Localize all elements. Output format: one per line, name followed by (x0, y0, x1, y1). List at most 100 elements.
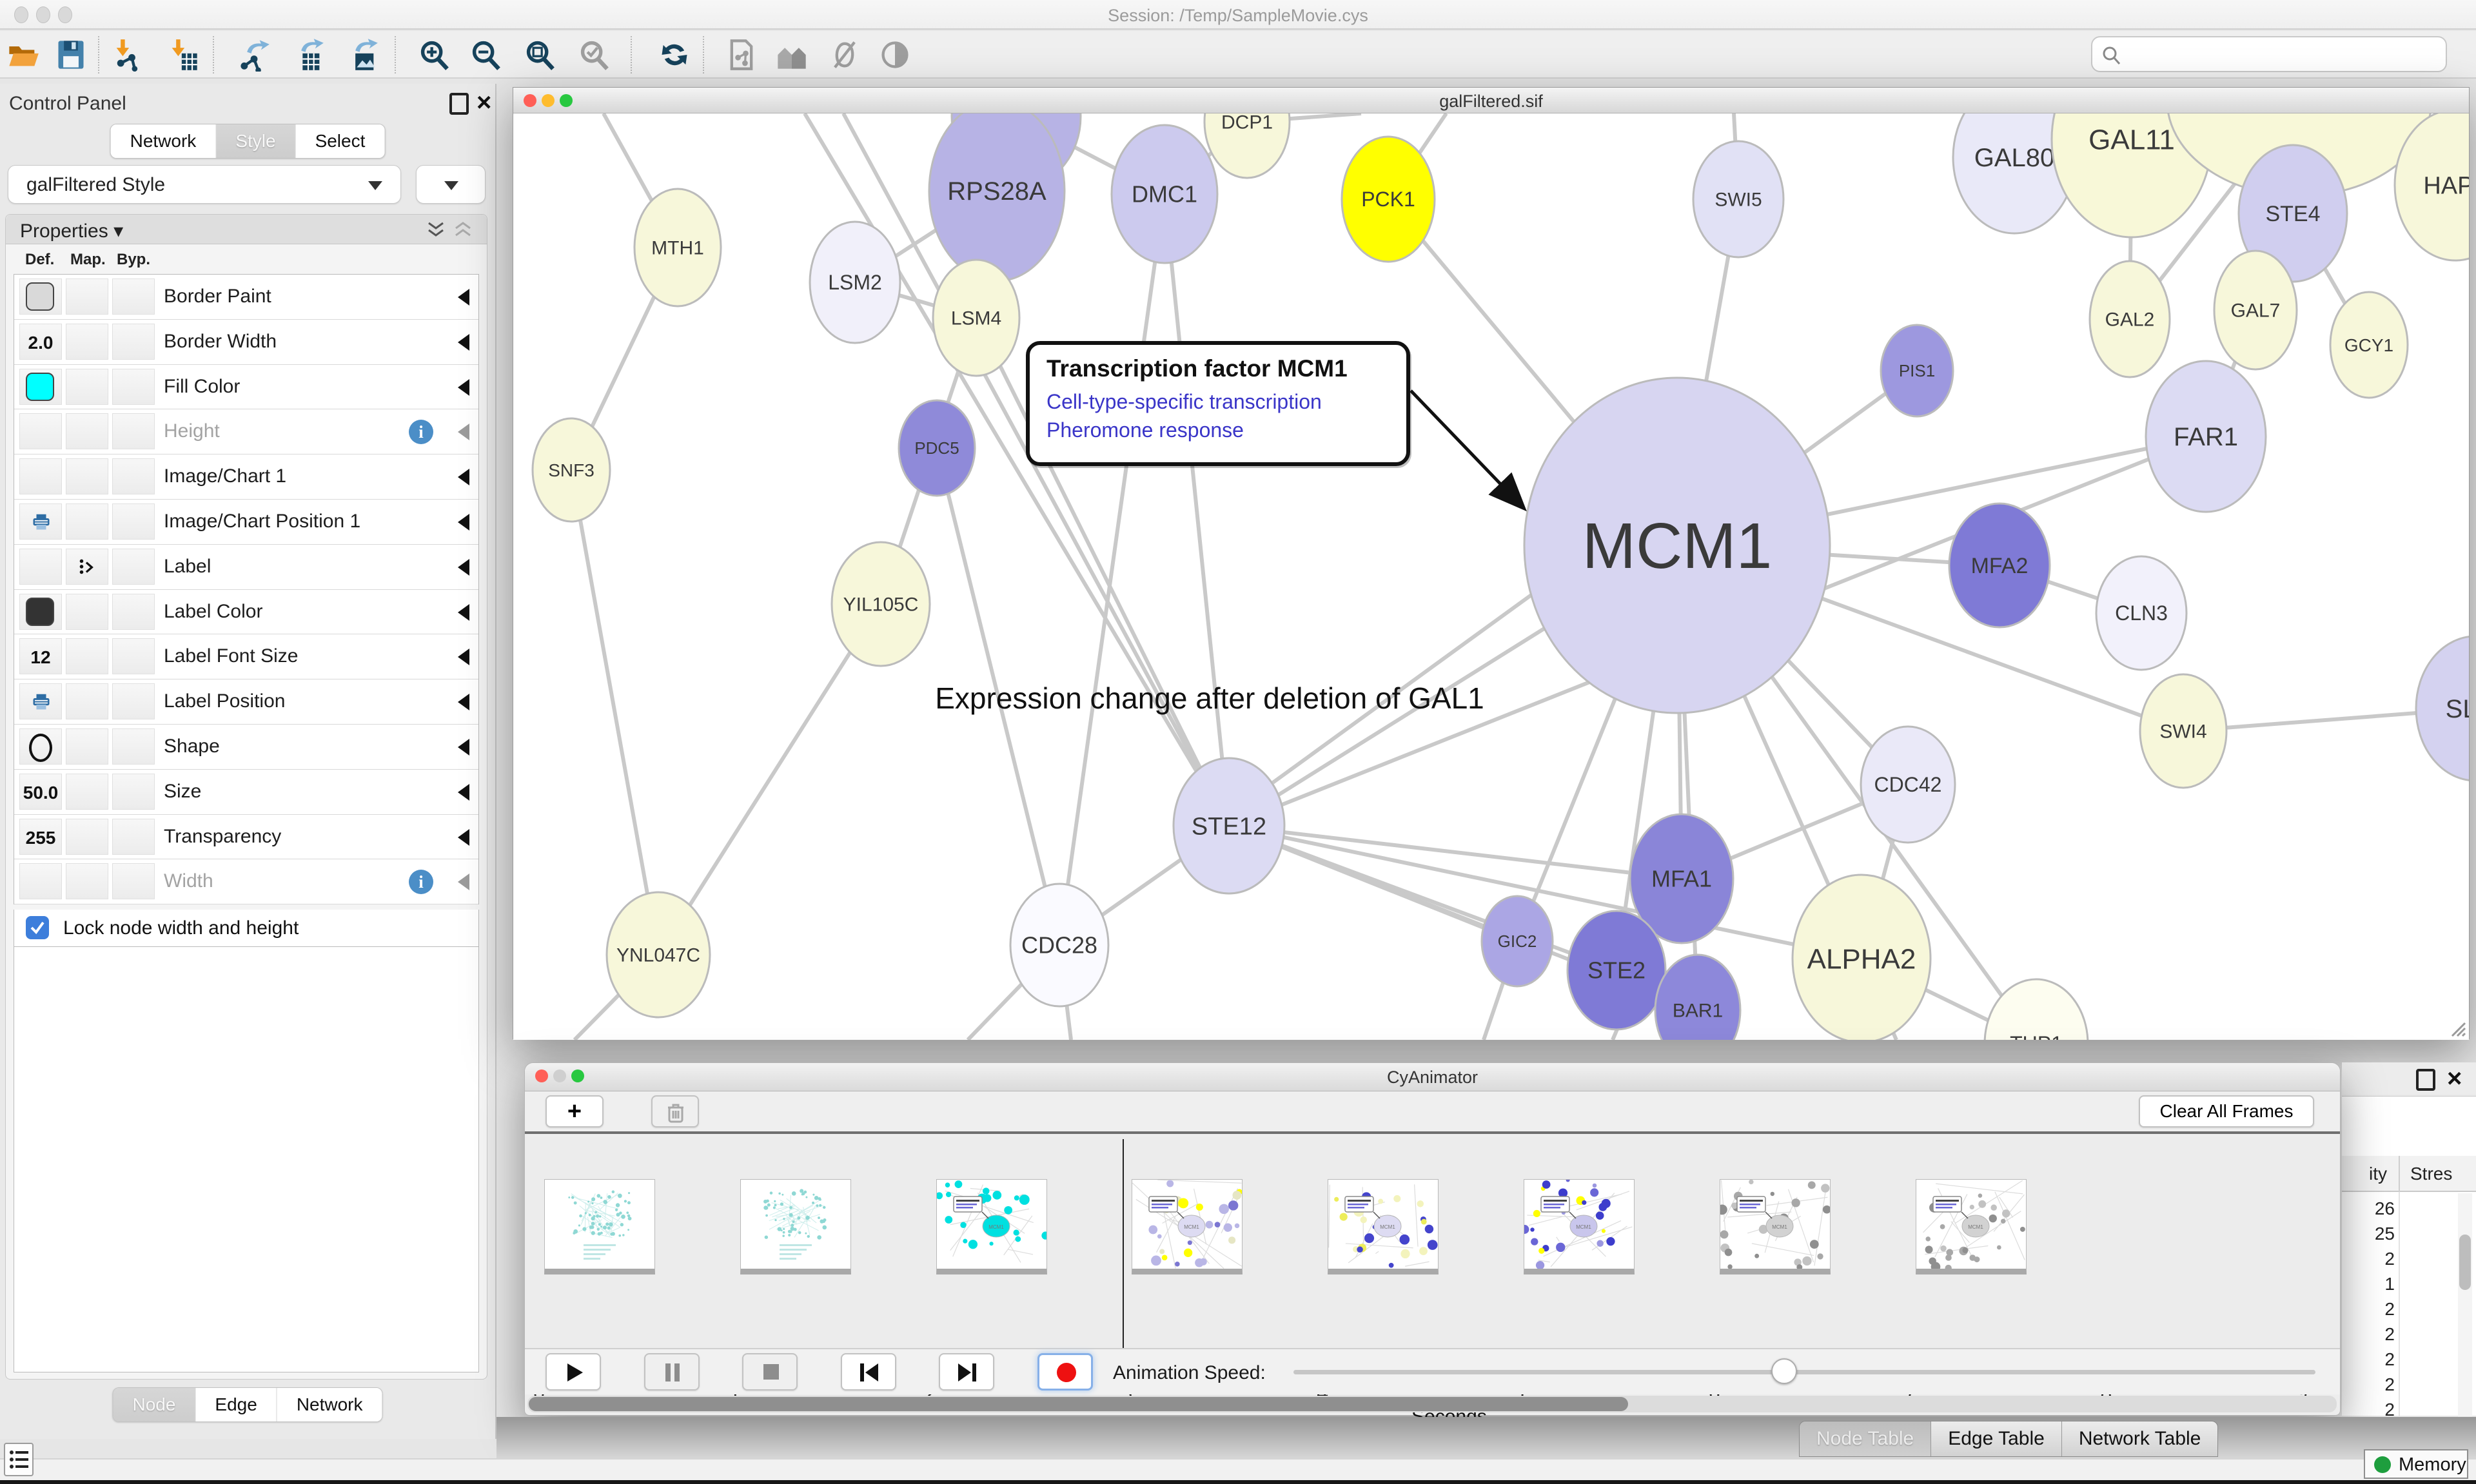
export-network-icon[interactable] (237, 38, 271, 72)
network-window-titlebar[interactable]: galFiltered.sif (513, 88, 2469, 113)
float-panel-icon[interactable] (449, 93, 469, 115)
network-node-pdc5[interactable]: PDC5 (899, 400, 975, 496)
property-c1-cell[interactable] (19, 413, 62, 449)
property-c1-cell[interactable] (19, 594, 62, 630)
network-node-snf3[interactable]: SNF3 (533, 418, 610, 522)
property-c3-cell[interactable] (112, 774, 155, 810)
frame-thumbnail[interactable]: MCM1 (1328, 1179, 1439, 1274)
property-c3-cell[interactable] (112, 863, 155, 899)
collapse-row-icon[interactable] (458, 874, 469, 890)
info-icon[interactable]: i (409, 870, 433, 894)
property-c3-cell[interactable] (112, 549, 155, 585)
network-node-cdc42[interactable]: CDC42 (1861, 727, 1955, 843)
south-tab-node-table[interactable]: Node Table (1800, 1421, 1931, 1456)
network-node-lsm2[interactable]: LSM2 (810, 222, 900, 343)
style-options-button[interactable] (416, 165, 486, 204)
property-c2-cell[interactable] (66, 413, 108, 449)
stop-button[interactable] (742, 1353, 798, 1391)
network-node-slt2[interactable]: SLT2 (2416, 636, 2469, 781)
property-row[interactable]: Image/Chart Position 1 (14, 500, 478, 545)
column-divider[interactable] (2399, 1156, 2400, 1192)
collapse-row-icon[interactable] (458, 559, 469, 576)
refresh-layout-icon[interactable] (658, 38, 691, 72)
property-row[interactable]: 50.0Size (14, 770, 478, 815)
network-node-swi5[interactable]: SWI5 (1693, 141, 1783, 257)
network-canvas[interactable]: RPS28ADMC1DCP1PCK1SWI5GAL80GAL11STE4HAP2… (513, 113, 2469, 1040)
skip-to-start-button[interactable] (841, 1353, 896, 1391)
zoom-selected-icon[interactable] (578, 38, 611, 72)
property-c1-cell[interactable] (19, 683, 62, 719)
collapse-row-icon[interactable] (458, 784, 469, 801)
property-c2-cell[interactable] (66, 549, 108, 585)
south-tab-edge-table[interactable]: Edge Table (1931, 1421, 2062, 1456)
group-nodes-icon[interactable] (775, 38, 809, 72)
scrollbar-thumb[interactable] (529, 1397, 1628, 1411)
network-node-dmc1[interactable]: DMC1 (1112, 125, 1217, 263)
table-cell-value[interactable]: 2 (2343, 1374, 2395, 1395)
network-node-tup1[interactable]: TUP1 (1985, 979, 2088, 1040)
network-node-ste12[interactable]: STE12 (1174, 758, 1284, 893)
table-cell-value[interactable]: 26 (2343, 1198, 2395, 1219)
zoom-in-icon[interactable] (418, 38, 451, 72)
property-c3-cell[interactable] (112, 819, 155, 855)
annotation-link[interactable]: Pheromone response (1046, 416, 1322, 444)
network-node-mth1[interactable]: MTH1 (634, 189, 721, 306)
network-node-far1[interactable]: FAR1 (2146, 361, 2266, 512)
property-c3-cell[interactable] (112, 458, 155, 494)
network-node-gcy1[interactable]: GCY1 (2330, 292, 2408, 398)
tab-select[interactable]: Select (296, 124, 385, 158)
table-scrollbar[interactable] (2458, 1193, 2472, 1416)
network-node-pck1[interactable]: PCK1 (1342, 137, 1435, 262)
property-c3-cell[interactable] (112, 369, 155, 405)
speed-slider-thumb[interactable] (1771, 1358, 1797, 1384)
property-row[interactable]: Label Color (14, 590, 478, 635)
property-c1-cell[interactable]: 12 (19, 638, 62, 674)
network-node-pis1[interactable]: PIS1 (1881, 325, 1953, 416)
network-node-yil105c[interactable]: YIL105C (832, 542, 930, 666)
property-c2-cell[interactable] (66, 774, 108, 810)
float-panel-icon[interactable] (2416, 1069, 2435, 1091)
property-row[interactable]: 12Label Font Size (14, 634, 478, 679)
property-c2-cell[interactable] (66, 594, 108, 630)
attr-tab-network[interactable]: Network (277, 1388, 382, 1421)
property-c1-cell[interactable] (19, 503, 62, 540)
export-table-icon[interactable] (291, 38, 325, 72)
attr-tab-edge[interactable]: Edge (195, 1388, 277, 1421)
property-c3-cell[interactable] (112, 413, 155, 449)
collapse-row-icon[interactable] (458, 379, 469, 396)
property-c3-cell[interactable] (112, 278, 155, 315)
import-network-icon[interactable] (111, 38, 144, 72)
property-c1-cell[interactable] (19, 863, 62, 899)
lock-size-checkbox[interactable] (26, 916, 49, 939)
network-caption[interactable]: Expression change after deletion of GAL1 (913, 681, 1506, 716)
memory-button[interactable]: Memory (2364, 1449, 2468, 1479)
property-c2-cell[interactable] (66, 278, 108, 315)
property-c3-cell[interactable] (112, 324, 155, 360)
property-c1-cell[interactable]: 255 (19, 819, 62, 855)
property-c2-cell[interactable] (66, 503, 108, 540)
delete-frame-button[interactable] (651, 1095, 699, 1128)
collapse-row-icon[interactable] (458, 829, 469, 846)
annotation-link[interactable]: Cell-type-specific transcription (1046, 387, 1322, 416)
frame-thumbnail[interactable]: MCM1 (1524, 1179, 1635, 1274)
zoom-out-icon[interactable] (469, 38, 503, 72)
network-node-gal7[interactable]: GAL7 (2214, 251, 2297, 369)
network-node-rps28a[interactable]: RPS28A (929, 113, 1065, 281)
property-c3-cell[interactable] (112, 594, 155, 630)
hide-details-icon[interactable] (828, 38, 861, 72)
property-c1-cell[interactable]: 2.0 (19, 324, 62, 360)
cyanimator-titlebar[interactable]: CyAnimator (525, 1063, 2340, 1091)
collapse-row-icon[interactable] (458, 514, 469, 531)
collapse-row-icon[interactable] (458, 694, 469, 710)
scrollbar-thumb[interactable] (2459, 1235, 2471, 1290)
table-cell-value[interactable]: 2 (2343, 1249, 2395, 1269)
open-session-icon[interactable] (6, 38, 40, 72)
close-panel-icon[interactable]: × (477, 92, 491, 113)
zoom-fit-icon[interactable] (524, 38, 557, 72)
property-c1-cell[interactable] (19, 549, 62, 585)
property-c1-cell[interactable]: 50.0 (19, 774, 62, 810)
clear-all-frames-button[interactable]: Clear All Frames (2139, 1095, 2314, 1128)
network-node-alpha2[interactable]: ALPHA2 (1793, 875, 1931, 1040)
network-node-gal2[interactable]: GAL2 (2090, 261, 2170, 377)
table-header-stress[interactable]: Stres (2410, 1164, 2452, 1184)
